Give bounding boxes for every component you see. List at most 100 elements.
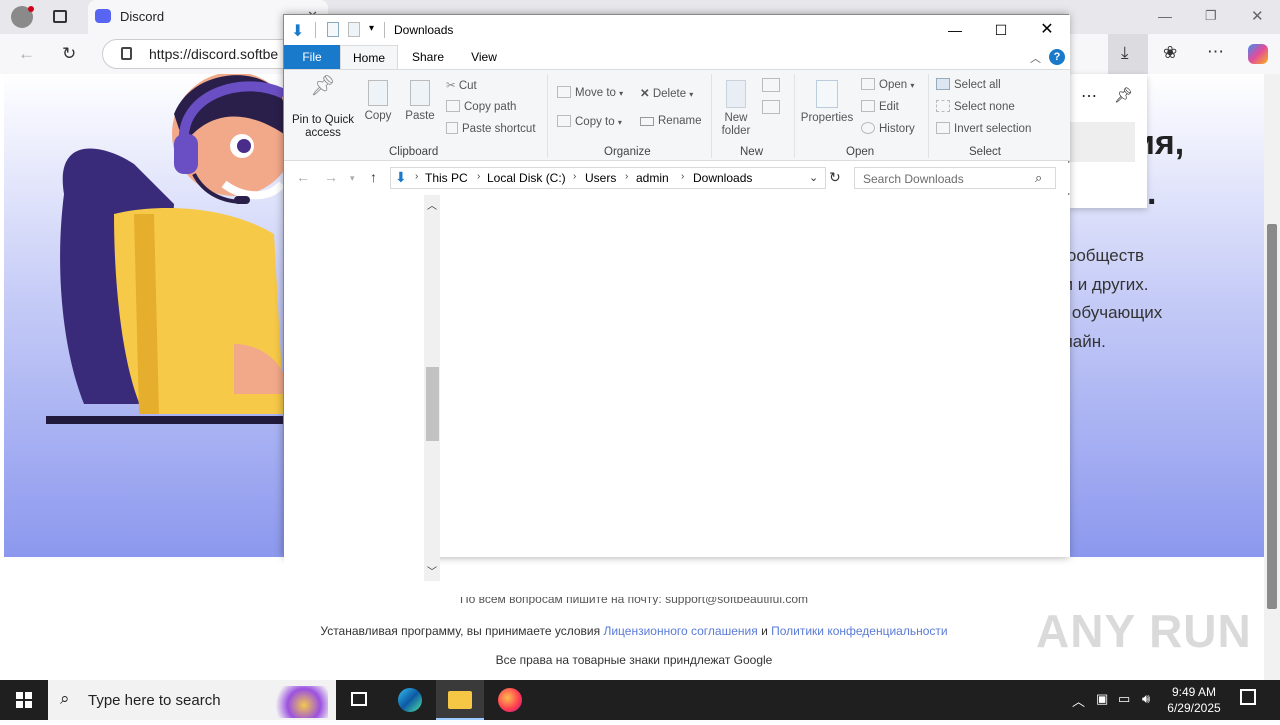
volume-icon[interactable]: 🔊︎ — [1142, 691, 1150, 707]
edge-taskbar-button[interactable] — [386, 680, 434, 720]
device-icon[interactable]: ▣ — [1096, 691, 1108, 707]
select-group-label: Select — [969, 146, 1001, 158]
select-all-button[interactable]: Select all — [936, 78, 1001, 91]
chevron-right-icon: › — [477, 171, 481, 182]
paste-shortcut-icon — [446, 122, 458, 134]
window-close-button[interactable]: ✕ — [1251, 7, 1264, 25]
more-menu-icon[interactable]: ⋯ — [1207, 42, 1224, 62]
move-to-button[interactable]: Move to ▾ — [557, 86, 623, 99]
navigation-scrollbar[interactable]: ︿ ﹀ — [424, 195, 440, 581]
qat-dropdown-icon[interactable]: ▾ — [369, 23, 374, 34]
url-text: https://discord.softbe — [149, 46, 279, 62]
edge-icon — [398, 688, 422, 712]
breadcrumb-users[interactable]: Users — [585, 171, 616, 185]
copy-path-icon — [446, 100, 460, 112]
forward-arrow-icon[interactable]: → — [324, 169, 338, 185]
explorer-maximize-button[interactable]: ☐ — [978, 15, 1024, 45]
watermark: ANY RUN — [1036, 605, 1252, 657]
copy-path-button[interactable]: Copy path — [446, 100, 516, 113]
start-button[interactable] — [0, 680, 48, 720]
select-all-label: Select all — [954, 79, 1001, 91]
delete-button[interactable]: ✕ Delete ▾ — [640, 86, 693, 100]
select-none-button[interactable]: Select none — [936, 100, 1015, 113]
paste-button[interactable]: Paste — [402, 80, 438, 123]
tray-overflow-icon[interactable]: ︿ — [1072, 691, 1085, 710]
scroll-down-icon[interactable]: ﹀ — [427, 563, 437, 578]
properties-qat-icon[interactable] — [327, 22, 339, 37]
new-folder-button[interactable]: New folder — [716, 80, 756, 138]
tab-actions-icon[interactable] — [53, 10, 67, 23]
history-button[interactable]: History — [861, 122, 915, 135]
help-icon[interactable]: ? — [1049, 49, 1065, 65]
address-dropdown-icon[interactable]: ⌄ — [809, 171, 818, 184]
more-options-icon[interactable]: ⋯ — [1081, 86, 1097, 106]
page-scroll-thumb[interactable] — [1267, 224, 1277, 609]
tab-share[interactable]: Share — [406, 45, 450, 69]
tab-view[interactable]: View — [460, 45, 508, 69]
recent-locations-icon[interactable]: ▾ — [350, 173, 355, 184]
chevron-right-icon: › — [415, 171, 419, 182]
search-placeholder: Search Downloads — [863, 172, 964, 186]
firefox-taskbar-button[interactable] — [486, 680, 534, 720]
tab-file[interactable]: File — [284, 45, 340, 69]
page-scrollbar[interactable] — [1264, 74, 1280, 680]
cut-button[interactable]: ✂ Cut — [446, 78, 477, 92]
extensions-icon[interactable]: ❀ — [1163, 43, 1177, 63]
license-link[interactable]: Лицензионного соглашения — [603, 624, 757, 638]
scroll-up-icon[interactable]: ︿ — [427, 197, 437, 212]
privacy-link[interactable]: Политики конфеденциальности — [771, 624, 948, 638]
notification-dot — [28, 6, 34, 12]
window-minimize-button[interactable]: ― — [1158, 8, 1172, 24]
collapse-ribbon-icon[interactable]: ︿ — [1030, 50, 1041, 66]
pin-icon[interactable]: 📌︎ — [1114, 86, 1133, 104]
new-item-icon[interactable] — [762, 78, 780, 92]
explorer-close-button[interactable]: ✕ — [1024, 15, 1070, 45]
up-arrow-icon[interactable]: ↑ — [370, 169, 377, 185]
properties-button[interactable]: Properties — [798, 80, 856, 125]
breadcrumb-this-pc[interactable]: This PC — [425, 171, 468, 185]
taskbar-clock[interactable]: 9:49 AM 6/29/2025 — [1160, 684, 1228, 716]
back-arrow-icon[interactable]: ← — [296, 169, 310, 185]
pin-quick-access-button[interactable]: 📌︎ Pin to Quick access — [290, 76, 356, 140]
dropdown-icon: ▾ — [910, 81, 915, 90]
explorer-taskbar-button[interactable] — [436, 680, 484, 720]
edit-button[interactable]: Edit — [861, 100, 899, 113]
open-button[interactable]: Open ▾ — [861, 78, 914, 91]
paste-shortcut-button[interactable]: Paste shortcut — [446, 122, 536, 135]
copy-path-label: Copy path — [464, 101, 517, 113]
file-list-pane[interactable] — [440, 195, 1070, 557]
explorer-search-box[interactable]: Search Downloads ⌕ — [854, 167, 1056, 189]
copy-to-button[interactable]: Copy to ▾ — [557, 115, 622, 128]
notifications-icon[interactable] — [1240, 689, 1256, 705]
easy-access-icon[interactable] — [762, 100, 780, 114]
taskbar-search-box[interactable]: ⌕ Type here to search — [48, 680, 336, 720]
address-bar[interactable]: https://discord.softbe — [102, 39, 302, 69]
back-icon[interactable]: ← — [18, 44, 35, 64]
tab-home[interactable]: Home — [340, 45, 398, 69]
window-restore-button[interactable]: ❐ — [1205, 8, 1217, 24]
history-icon — [861, 122, 875, 134]
rename-button[interactable]: Rename — [640, 115, 701, 127]
new-folder-qat-icon[interactable] — [348, 22, 360, 37]
breadcrumb-local-disk[interactable]: Local Disk (C:) — [487, 171, 566, 185]
description-line: бби и других. — [1044, 274, 1149, 294]
explorer-minimize-button[interactable]: ― — [932, 15, 978, 45]
invert-selection-button[interactable]: Invert selection — [936, 122, 1031, 135]
refresh-icon[interactable]: ↻ — [62, 44, 76, 64]
navigation-scroll-thumb[interactable] — [426, 367, 439, 441]
downloads-folder-icon: ⬇ — [291, 23, 305, 40]
organize-group-label: Organize — [604, 146, 651, 158]
panel-field[interactable] — [1069, 122, 1135, 162]
copy-button[interactable]: Copy — [360, 80, 396, 123]
explorer-address-bar[interactable]: ⬇ › This PC › Local Disk (C:) › Users › … — [390, 167, 826, 189]
copilot-icon[interactable] — [1248, 44, 1268, 64]
new-group-label: New — [740, 146, 764, 158]
dropdown-icon: ▾ — [617, 118, 622, 127]
description-line: е сообществ — [1044, 246, 1145, 265]
task-view-button[interactable] — [336, 680, 384, 720]
breadcrumb-downloads[interactable]: Downloads — [693, 171, 752, 185]
breadcrumb-admin[interactable]: admin — [636, 171, 669, 185]
refresh-icon[interactable]: ↻ — [829, 169, 841, 186]
select-none-label: Select none — [954, 101, 1015, 113]
network-icon[interactable]: ▭ — [1118, 691, 1130, 707]
